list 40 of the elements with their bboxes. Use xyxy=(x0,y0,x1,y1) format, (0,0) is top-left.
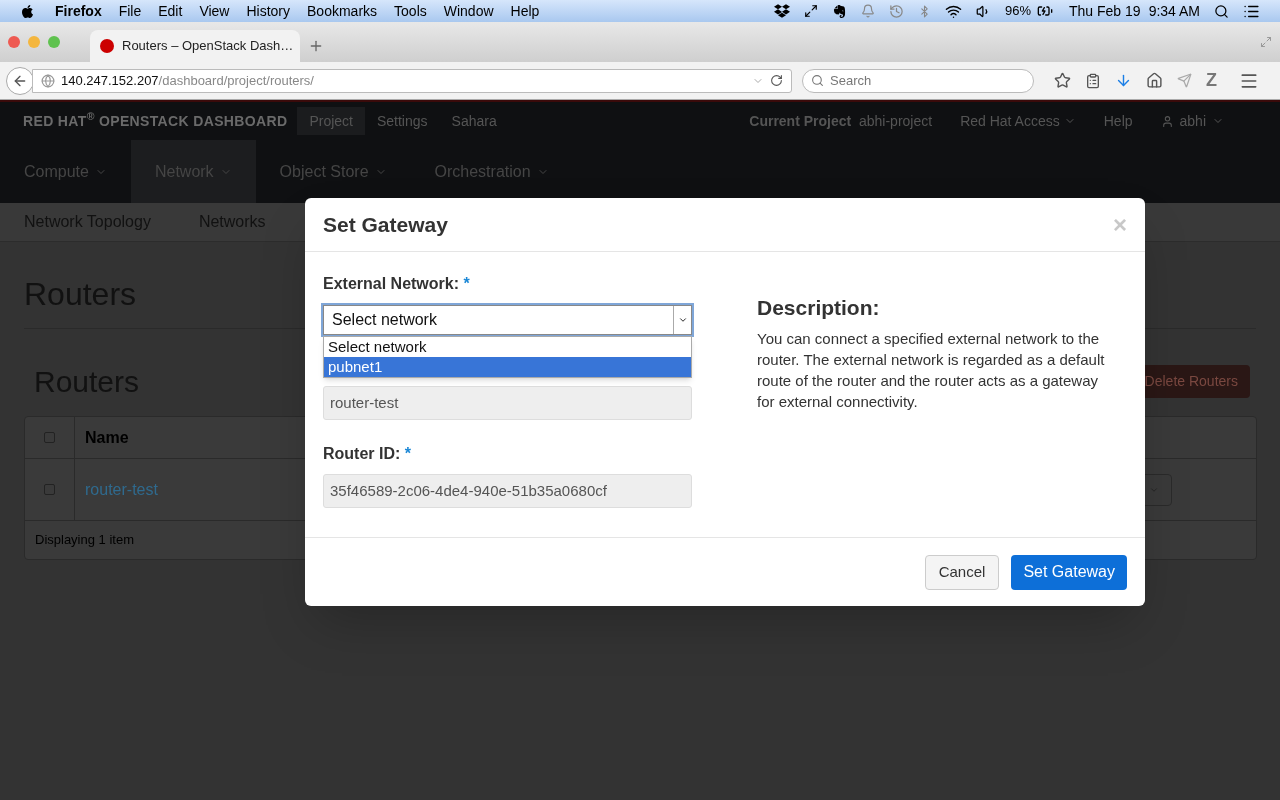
current-project[interactable]: Current Project abhi-project xyxy=(749,110,933,132)
user-menu[interactable]: abhi xyxy=(1160,110,1224,132)
menu-item[interactable]: Help xyxy=(510,0,540,22)
cancel-button[interactable]: Cancel xyxy=(924,554,1000,590)
router-name-field[interactable]: router-test xyxy=(323,386,692,420)
top-nav-item[interactable]: Project xyxy=(297,107,365,135)
field-label: Router ID: * xyxy=(323,444,412,464)
field-label: External Network: * xyxy=(323,274,471,294)
url-text: 140.247.152.207/dashboard/project/routers/ xyxy=(61,71,314,90)
date: Thu Feb 19 xyxy=(1069,1,1141,21)
tab-title: Routers – OpenStack Dash… xyxy=(122,37,294,56)
set-gateway-button[interactable]: Set Gateway xyxy=(1011,554,1127,590)
time: 9:34 AM xyxy=(1148,1,1200,21)
router-id-field[interactable]: 35f46589-2c06-4de4-940e-51b35a0680cf xyxy=(323,474,692,508)
help-link[interactable]: Help xyxy=(1103,110,1133,132)
top-nav-item[interactable]: Sahara xyxy=(439,107,509,135)
menu-item[interactable]: View xyxy=(199,0,230,22)
column-header: Name xyxy=(85,427,129,448)
menu-item[interactable]: Bookmarks xyxy=(307,0,378,22)
dropdown-option[interactable]: Select network xyxy=(324,337,691,357)
menu-item[interactable]: Tools xyxy=(394,0,427,22)
menu-item[interactable]: File xyxy=(118,0,142,22)
dialog-title: Set Gateway xyxy=(323,211,448,238)
access-menu[interactable]: Red Hat Access xyxy=(960,110,1076,132)
battery-percent: 96% xyxy=(1005,2,1031,21)
addon-button[interactable]: Z xyxy=(1206,67,1217,94)
table-footer-text: Displaying 1 item xyxy=(35,531,134,550)
browser-tab[interactable]: Routers – OpenStack Dash… xyxy=(90,30,300,62)
app-menu[interactable]: Firefox xyxy=(55,0,102,22)
description-text: You can connect a specified external network to the router. The external network is regarded as a default route of the router and the router acts as a gateway for external connectivity. xyxy=(757,328,1106,412)
search-field[interactable]: Search xyxy=(802,68,1034,93)
top-nav-item[interactable]: Settings xyxy=(364,107,440,135)
url-field[interactable]: 140.247.152.207/dashboard/project/routers/ xyxy=(32,68,792,93)
menu-item[interactable]: Window xyxy=(443,0,494,22)
description-title: Description: xyxy=(757,295,881,321)
network-select[interactable]: Select network xyxy=(323,305,692,335)
brand-logo[interactable]: RED HAT$^{®}$ OPENSTACK DASHBOARD xyxy=(23,110,288,132)
menu-item[interactable]: Edit xyxy=(158,0,183,22)
menu-item[interactable]: History xyxy=(246,0,291,22)
dropdown-option[interactable]: pubnet1 xyxy=(324,357,691,377)
